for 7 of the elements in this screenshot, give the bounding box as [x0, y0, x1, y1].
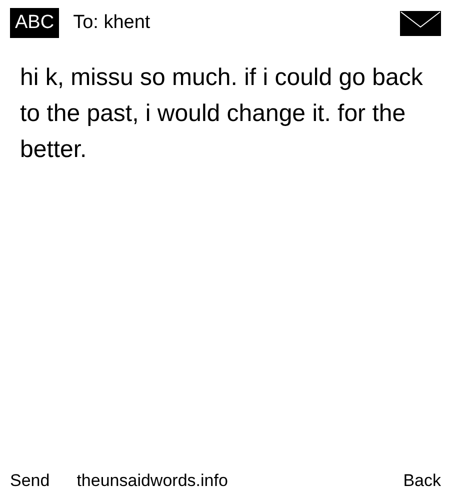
website-label: theunsaidwords.info [76, 470, 228, 492]
envelope-icon[interactable] [400, 10, 441, 36]
back-softkey[interactable]: Back [403, 468, 441, 494]
input-mode-badge: ABC [10, 8, 60, 38]
send-softkey[interactable]: Send [10, 468, 50, 494]
recipient-label: To: khent [73, 10, 150, 35]
message-text: hi k, missu so much. if i could go back to the past, i would change it. for the better. [19, 63, 424, 165]
